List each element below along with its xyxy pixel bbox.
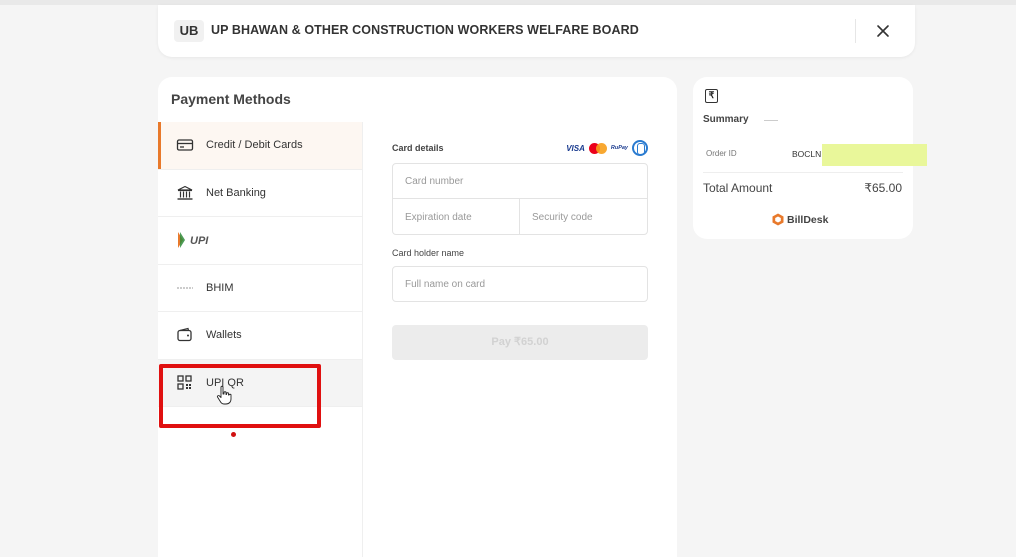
- mastercard-icon: [588, 142, 607, 154]
- hand-cursor-icon: [216, 385, 232, 405]
- expiration-date-input[interactable]: Expiration date: [392, 198, 520, 235]
- card-holder-input[interactable]: Full name on card: [392, 266, 648, 302]
- payment-method-list: Credit / Debit Cards Net Banking UPI BHI…: [158, 122, 363, 557]
- card-holder-placeholder: Full name on card: [405, 279, 486, 290]
- merchant-header: UB UP BHAWAN & OTHER CONSTRUCTION WORKER…: [158, 5, 915, 57]
- security-code-input[interactable]: Security code: [519, 198, 648, 235]
- total-amount-value: ₹65.00: [864, 181, 902, 195]
- header-divider: [855, 19, 856, 43]
- rupay-logo: RuPay: [610, 145, 628, 151]
- wallet-icon: [177, 327, 192, 342]
- rupee-icon: ₹: [705, 89, 718, 103]
- pay-button[interactable]: Pay ₹65.00: [392, 325, 648, 360]
- method-bhim[interactable]: BHIM: [158, 265, 362, 312]
- billdesk-logo-icon: [772, 213, 784, 226]
- card-details-label: Card details: [392, 143, 444, 153]
- card-holder-label: Card holder name: [392, 248, 465, 258]
- expiration-date-placeholder: Expiration date: [405, 212, 472, 223]
- card-number-placeholder: Card number: [405, 176, 464, 187]
- summary-panel: ₹ Summary Order ID BOCLN Total Amount ₹6…: [693, 77, 927, 239]
- method-label: Net Banking: [206, 186, 266, 199]
- order-id-redaction: [822, 144, 927, 166]
- security-code-placeholder: Security code: [532, 212, 593, 223]
- summary-title: Summary: [703, 114, 749, 125]
- card-brand-logos: VISA RuPay: [566, 140, 648, 156]
- highlight-box: [159, 364, 321, 428]
- method-net-banking[interactable]: Net Banking: [158, 170, 362, 217]
- highlight-dot: [231, 432, 236, 437]
- summary-title-line: [764, 120, 778, 121]
- total-amount-label: Total Amount: [703, 181, 773, 195]
- credit-card-icon: [176, 139, 194, 151]
- close-icon[interactable]: [870, 18, 896, 44]
- method-credit-debit-cards[interactable]: Credit / Debit Cards: [158, 122, 362, 170]
- visa-logo: VISA: [566, 143, 585, 153]
- bhim-icon: [177, 286, 193, 289]
- payment-methods-title: Payment Methods: [171, 91, 291, 107]
- summary-divider: [703, 172, 903, 173]
- diners-club-icon: [632, 140, 648, 156]
- card-number-input[interactable]: Card number: [392, 163, 648, 199]
- method-label: BHIM: [206, 281, 234, 294]
- method-label: Credit / Debit Cards: [206, 139, 303, 151]
- upi-logo-text: UPI: [190, 235, 209, 247]
- method-upi[interactable]: UPI: [158, 217, 362, 265]
- merchant-avatar: UB: [174, 20, 204, 42]
- bank-icon: [177, 185, 193, 200]
- order-id-label: Order ID: [706, 149, 737, 158]
- method-label: Wallets: [206, 329, 242, 341]
- billdesk-branding: BillDesk: [772, 213, 828, 226]
- order-id-value: BOCLN: [792, 149, 822, 159]
- merchant-name: UP BHAWAN & OTHER CONSTRUCTION WORKERS W…: [211, 23, 639, 37]
- billdesk-name: BillDesk: [787, 213, 829, 226]
- method-wallets[interactable]: Wallets: [158, 312, 362, 360]
- upi-icon: UPI: [178, 232, 209, 248]
- payment-methods-panel: Payment Methods Credit / Debit Cards Net…: [158, 77, 677, 557]
